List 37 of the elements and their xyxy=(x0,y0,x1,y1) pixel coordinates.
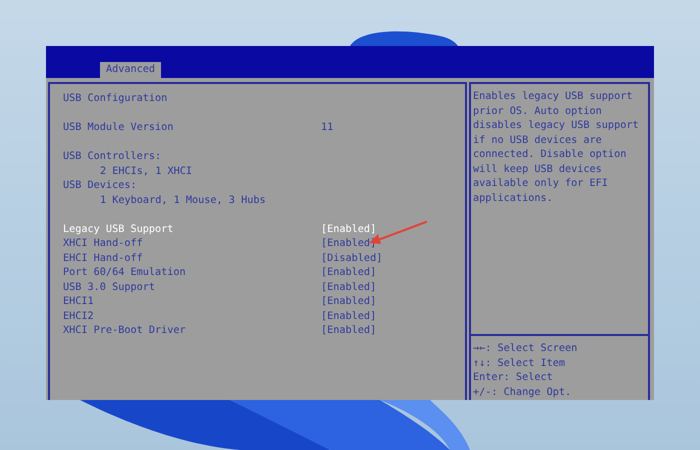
field-value: 2 EHCIs, 1 XHCI xyxy=(100,164,192,178)
setting-item[interactable]: XHCI Hand-off [Enabled] xyxy=(63,237,465,252)
tab[interactable]: Advanced xyxy=(100,62,162,78)
setting-label: USB 3.0 Support xyxy=(63,280,156,294)
setting-label: XHCI Pre-Boot Driver xyxy=(63,324,187,338)
setting-value: [Enabled] xyxy=(321,310,376,324)
setting-label: EHCI1 xyxy=(63,295,95,309)
field-label: USB Controllers: xyxy=(63,150,162,164)
setting-item[interactable]: EHCI2 [Enabled] xyxy=(63,310,465,324)
setting-label: Legacy USB Support xyxy=(63,222,174,236)
setting-item[interactable]: USB 3.0 Support [Enabled] xyxy=(63,280,465,295)
setting-value: [Enabled] xyxy=(321,324,376,338)
key-hint: →←: Select Screen xyxy=(473,342,578,356)
key-hint: +/-: Change Opt. xyxy=(473,386,572,400)
help-text: Enables legacy USB support prior OS. Auto option disables legacy USB support if no USB devices are connected. Disable option will keep USB devices available only for EFI applications. xyxy=(472,90,640,206)
setting-label: XHCI Hand-off xyxy=(63,237,144,251)
field-label: USB Module Version xyxy=(63,121,174,135)
field-value: 11 xyxy=(321,121,334,135)
setting-item[interactable]: Port 60/64 Emulation [Enabled] xyxy=(63,266,465,280)
setting-value: [Enabled] xyxy=(321,295,376,309)
section-title: USB Configuration xyxy=(63,92,168,106)
setting-value: [Enabled] xyxy=(321,237,376,251)
field-value: 1 Keyboard, 1 Mouse, 3 Hubs xyxy=(100,194,266,208)
setting-item[interactable]: EHCI Hand-off [Disabled] xyxy=(63,252,465,266)
setting-item[interactable]: EHCI1 [Enabled] xyxy=(63,295,465,310)
field-label: USB Devices: xyxy=(63,179,137,193)
setting-value: [Enabled] xyxy=(321,280,376,294)
setting-value: [Enabled] xyxy=(321,266,376,280)
setting-item[interactable]: Legacy USB Support [Enabled] xyxy=(63,222,465,237)
key-hint: ↑↓: Select Item xyxy=(473,356,566,370)
setting-item[interactable]: XHCI Pre-Boot Driver [Enabled] xyxy=(63,324,465,338)
setting-label: Port 60/64 Emulation xyxy=(63,266,187,280)
key-hint: Enter: Select xyxy=(473,371,553,385)
setting-label: EHCI Hand-off xyxy=(63,252,144,266)
setting-value: [Enabled] xyxy=(321,222,376,236)
setting-label: EHCI2 xyxy=(63,310,95,324)
setting-value: [Disabled] xyxy=(321,252,382,266)
